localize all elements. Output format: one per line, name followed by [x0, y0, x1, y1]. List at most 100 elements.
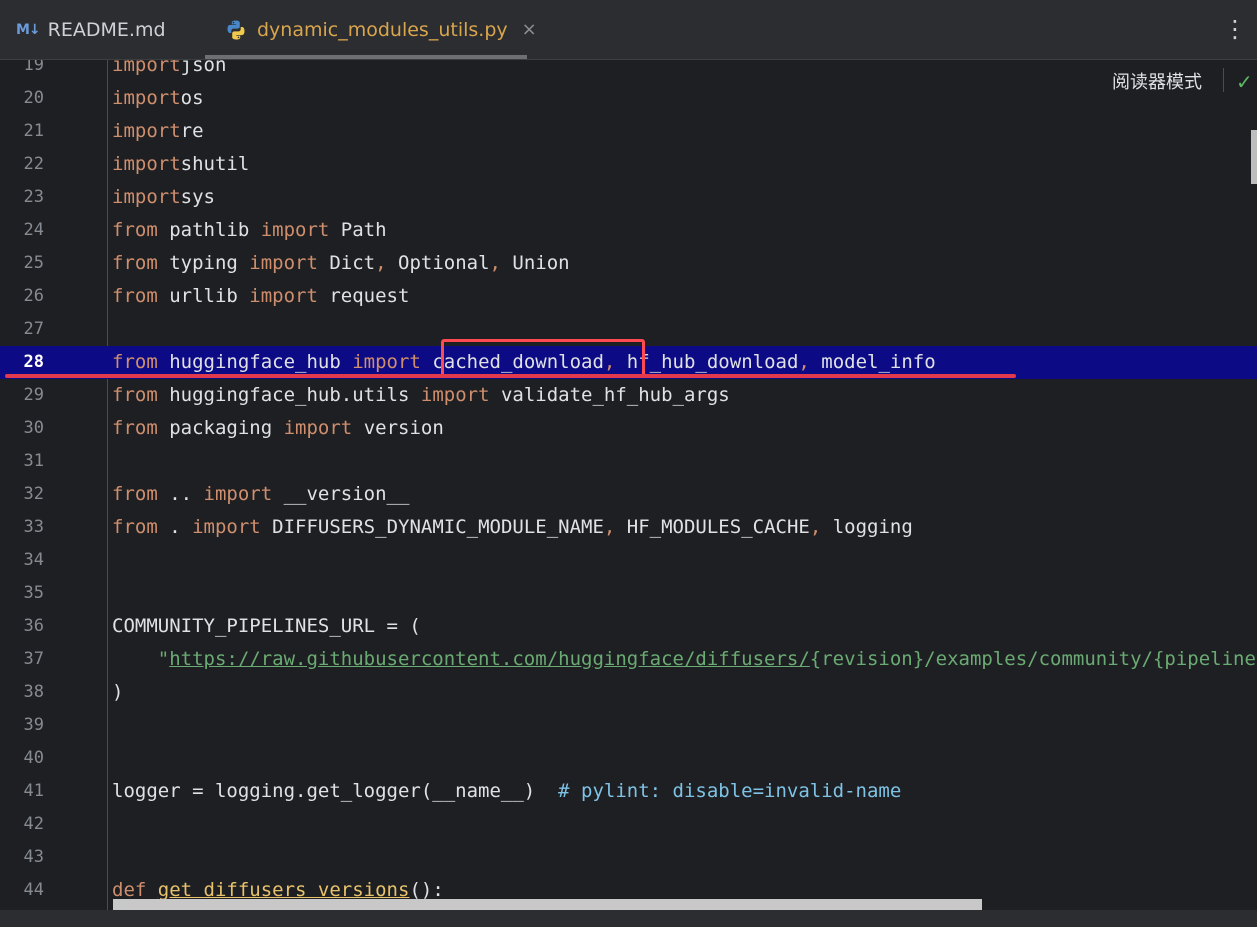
code-line[interactable]: 24 from pathlib import Path: [0, 214, 1257, 247]
code-line[interactable]: 25 from typing import Dict, Optional, Uni…: [0, 247, 1257, 280]
line-number[interactable]: 21: [0, 115, 44, 148]
line-number[interactable]: 25: [0, 247, 44, 280]
inspection-ok-icon[interactable]: ✓: [1236, 70, 1253, 94]
code-token: re: [180, 120, 204, 142]
code-token: from: [112, 417, 158, 439]
line-number[interactable]: 35: [0, 577, 44, 610]
code-token: huggingface_hub.utils: [157, 384, 421, 406]
code-token: import: [283, 417, 353, 439]
horizontal-scrollbar-thumb[interactable]: [113, 899, 982, 910]
code-token: shutil: [180, 153, 250, 175]
line-number[interactable]: 38: [0, 676, 44, 709]
code-token: import: [112, 186, 181, 208]
code-token: import: [112, 153, 181, 175]
code-token: import: [249, 252, 318, 274]
line-number[interactable]: 29: [0, 379, 44, 412]
editor-tab-bar: M↓ README.md dynamic_modules_utils.py × …: [0, 0, 1257, 60]
line-number[interactable]: 37: [0, 643, 44, 676]
code-line[interactable]: 33 from . import DIFFUSERS_DYNAMIC_MODULE…: [0, 511, 1257, 544]
code-text: ): [112, 676, 123, 709]
code-line[interactable]: 21 importre: [0, 115, 1257, 148]
line-number[interactable]: 39: [0, 709, 44, 742]
line-number[interactable]: 40: [0, 742, 44, 775]
code-token: logging: [821, 516, 913, 538]
line-number[interactable]: 27: [0, 313, 44, 346]
code-line[interactable]: 38): [0, 676, 1257, 709]
code-token: pathlib: [157, 219, 261, 241]
code-line[interactable]: 23 importsys: [0, 181, 1257, 214]
tab-dynamic-modules-utils[interactable]: dynamic_modules_utils.py ×: [205, 0, 537, 59]
close-icon[interactable]: ×: [522, 19, 537, 40]
code-token: {revision}/examples/community/{pipeline}…: [809, 648, 1257, 670]
line-number[interactable]: 30: [0, 412, 44, 445]
tab-readme[interactable]: M↓ README.md: [16, 0, 166, 59]
code-token: os: [180, 87, 204, 109]
code-text: importsys: [112, 181, 215, 214]
more-options-icon[interactable]: ⋮: [1223, 12, 1247, 46]
line-number[interactable]: 23: [0, 181, 44, 214]
code-line[interactable]: 20 importos: [0, 82, 1257, 115]
python-icon: [225, 19, 247, 41]
code-line[interactable]: 19 importjson: [0, 60, 1257, 82]
line-number[interactable]: 44: [0, 874, 44, 907]
code-text: from . import DIFFUSERS_DYNAMIC_MODULE_N…: [112, 511, 913, 544]
line-number[interactable]: 31: [0, 445, 44, 478]
code-line[interactable]: 40: [0, 742, 1257, 775]
line-number[interactable]: 43: [0, 841, 44, 874]
code-text: importshutil: [112, 148, 249, 181]
code-token: ,: [798, 351, 810, 373]
code-line[interactable]: 36 COMMUNITY_PIPELINES_URL = (: [0, 610, 1257, 643]
reader-mode-button[interactable]: 阅读器模式: [1112, 68, 1202, 94]
vertical-scrollbar-thumb[interactable]: [1251, 130, 1257, 184]
code-token: ): [112, 681, 124, 703]
line-number[interactable]: 41: [0, 775, 44, 808]
line-number[interactable]: 22: [0, 148, 44, 181]
line-number[interactable]: 20: [0, 82, 44, 115]
code-token: DIFFUSERS_DYNAMIC_MODULE_NAME: [260, 516, 604, 538]
code-token: Union: [500, 252, 570, 274]
code-line[interactable]: 41 logger = logging.get_logger(__name__) …: [0, 775, 1257, 808]
code-line[interactable]: 31: [0, 445, 1257, 478]
code-line[interactable]: 30 from packaging import version: [0, 412, 1257, 445]
code-token: from: [112, 483, 158, 505]
code-token: urllib: [157, 285, 250, 307]
code-line[interactable]: 37 "https://raw.githubusercontent.com/hu…: [0, 643, 1257, 676]
code-line[interactable]: 42: [0, 808, 1257, 841]
line-number[interactable]: 24: [0, 214, 44, 247]
code-token: import: [249, 285, 318, 307]
code-line[interactable]: 34: [0, 544, 1257, 577]
line-number[interactable]: 33: [0, 511, 44, 544]
code-line[interactable]: 43: [0, 841, 1257, 874]
code-token: # pylint: disable=invalid-name: [558, 780, 902, 802]
markdown-icon: M↓: [16, 21, 41, 38]
code-token: json: [180, 60, 227, 76]
line-number[interactable]: 26: [0, 280, 44, 313]
line-number[interactable]: 34: [0, 544, 44, 577]
code-line[interactable]: 35: [0, 577, 1257, 610]
code-token: __version__: [272, 483, 410, 505]
code-text: importos: [112, 82, 204, 115]
code-text: COMMUNITY_PIPELINES_URL = (: [112, 610, 421, 643]
code-text: logger = logging.get_logger(__name__) # …: [112, 775, 901, 808]
code-text: from huggingface_hub.utils import valida…: [112, 379, 730, 412]
code-token: import: [192, 516, 261, 538]
code-text: importre: [112, 115, 204, 148]
code-text: from .. import __version__: [112, 478, 409, 511]
code-token: def: [112, 879, 147, 901]
line-number[interactable]: 19: [0, 60, 44, 82]
code-line[interactable]: 26 from urllib import request: [0, 280, 1257, 313]
code-editor[interactable]: 19 importjson 20 importos 21 importre 22 import…: [0, 60, 1257, 910]
line-number[interactable]: 36: [0, 610, 44, 643]
code-token: ():: [409, 879, 444, 901]
code-line[interactable]: 22 importshutil: [0, 148, 1257, 181]
code-line[interactable]: 39: [0, 709, 1257, 742]
code-line[interactable]: 32 from .. import __version__: [0, 478, 1257, 511]
code-token: packaging: [157, 417, 284, 439]
code-token: logger = logging.get_logger(__name__): [112, 780, 559, 802]
line-number[interactable]: 42: [0, 808, 44, 841]
code-token: ,: [375, 252, 387, 274]
code-line[interactable]: 29 from huggingface_hub.utils import vali…: [0, 379, 1257, 412]
line-number[interactable]: 32: [0, 478, 44, 511]
tab-label: dynamic_modules_utils.py: [257, 18, 508, 41]
